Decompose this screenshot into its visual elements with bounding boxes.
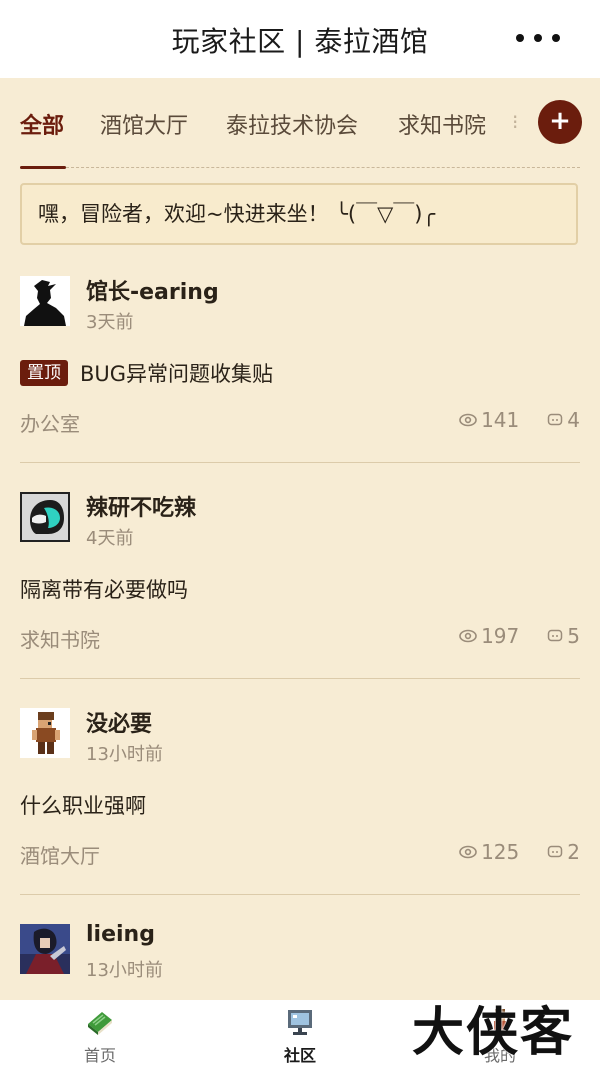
post-title[interactable]: 置顶 BUG异常问题收集贴 xyxy=(20,358,273,388)
author-name[interactable]: 没必要 xyxy=(86,706,152,738)
add-post-button[interactable]: + xyxy=(538,100,582,144)
post-category[interactable]: 求知书院 xyxy=(20,624,100,653)
comment-count: 4 xyxy=(547,408,580,432)
eye-icon xyxy=(459,413,477,427)
pixel-character-avatar-icon xyxy=(20,708,70,758)
nav-home[interactable]: 首页 xyxy=(50,1006,150,1066)
pinned-badge: 置顶 xyxy=(20,360,68,386)
tab-overflow-indicator: ⁝ xyxy=(512,110,519,134)
tab-academy[interactable]: 求知书院 xyxy=(398,108,486,140)
avatar[interactable] xyxy=(20,924,70,974)
post-divider xyxy=(20,462,580,463)
post-category[interactable]: 酒馆大厅 xyxy=(20,840,100,869)
page-title: 玩家社区 | 泰拉酒馆 xyxy=(171,25,429,58)
post-time: 3天前 xyxy=(86,312,134,333)
post-divider xyxy=(20,894,580,895)
post-stats: 141 4 xyxy=(459,408,580,432)
avatar[interactable] xyxy=(20,492,70,542)
post-divider xyxy=(20,678,580,679)
tabs-divider xyxy=(66,167,580,168)
post-stats: 125 2 xyxy=(459,840,580,864)
nav-community-label: 社区 xyxy=(283,1046,316,1065)
view-count: 197 xyxy=(459,624,519,648)
comment-icon xyxy=(548,413,563,426)
post-stats: 197 5 xyxy=(459,624,580,648)
avatar[interactable] xyxy=(20,708,70,758)
welcome-notice: 嘿，冒险者，欢迎~快进来坐！ ╰(￣▽￣)╭ xyxy=(20,183,578,245)
top-bar: 玩家社区 | 泰拉酒馆 xyxy=(0,0,600,78)
comment-icon xyxy=(548,845,563,858)
tab-tavern-hall[interactable]: 酒馆大厅 xyxy=(100,108,188,140)
active-tab-indicator xyxy=(20,166,66,169)
comment-count: 2 xyxy=(547,840,580,864)
author-name[interactable]: lieing xyxy=(86,922,155,947)
view-count: 125 xyxy=(459,840,519,864)
silhouette-avatar-icon xyxy=(20,276,70,326)
nav-home-label: 首页 xyxy=(83,1046,116,1065)
post-time: 13小时前 xyxy=(86,960,163,981)
post-title[interactable]: 隔离带有必要做吗 xyxy=(20,574,188,604)
anime-avatar-icon xyxy=(20,924,70,974)
tab-terra-tech[interactable]: 泰拉技术协会 xyxy=(226,108,358,140)
author-name[interactable]: 馆长-earing xyxy=(86,274,219,306)
eye-icon xyxy=(459,629,477,643)
comment-icon xyxy=(548,629,563,642)
post-title-text: BUG异常问题收集贴 xyxy=(80,362,274,386)
author-name[interactable]: 辣研不吃辣 xyxy=(86,490,196,522)
comment-count: 5 xyxy=(547,624,580,648)
post-time: 13小时前 xyxy=(86,744,163,765)
eye-icon xyxy=(459,845,477,859)
category-tabs: 全部 酒馆大厅 泰拉技术协会 求知书院 ⁝ xyxy=(0,96,600,170)
post-time: 4天前 xyxy=(86,528,134,549)
book-icon xyxy=(88,1012,112,1035)
tab-all[interactable]: 全部 xyxy=(20,108,64,140)
post-title[interactable]: 什么职业强啊 xyxy=(20,790,146,820)
view-count: 141 xyxy=(459,408,519,432)
watermark: 大侠客 xyxy=(412,1003,575,1063)
post-category[interactable]: 办公室 xyxy=(20,408,80,437)
avatar[interactable] xyxy=(20,276,70,326)
more-dots-icon[interactable] xyxy=(516,33,560,43)
helmet-avatar-icon xyxy=(20,492,70,542)
nav-community[interactable]: 社区 xyxy=(250,1006,350,1066)
computer-icon xyxy=(288,1010,312,1035)
